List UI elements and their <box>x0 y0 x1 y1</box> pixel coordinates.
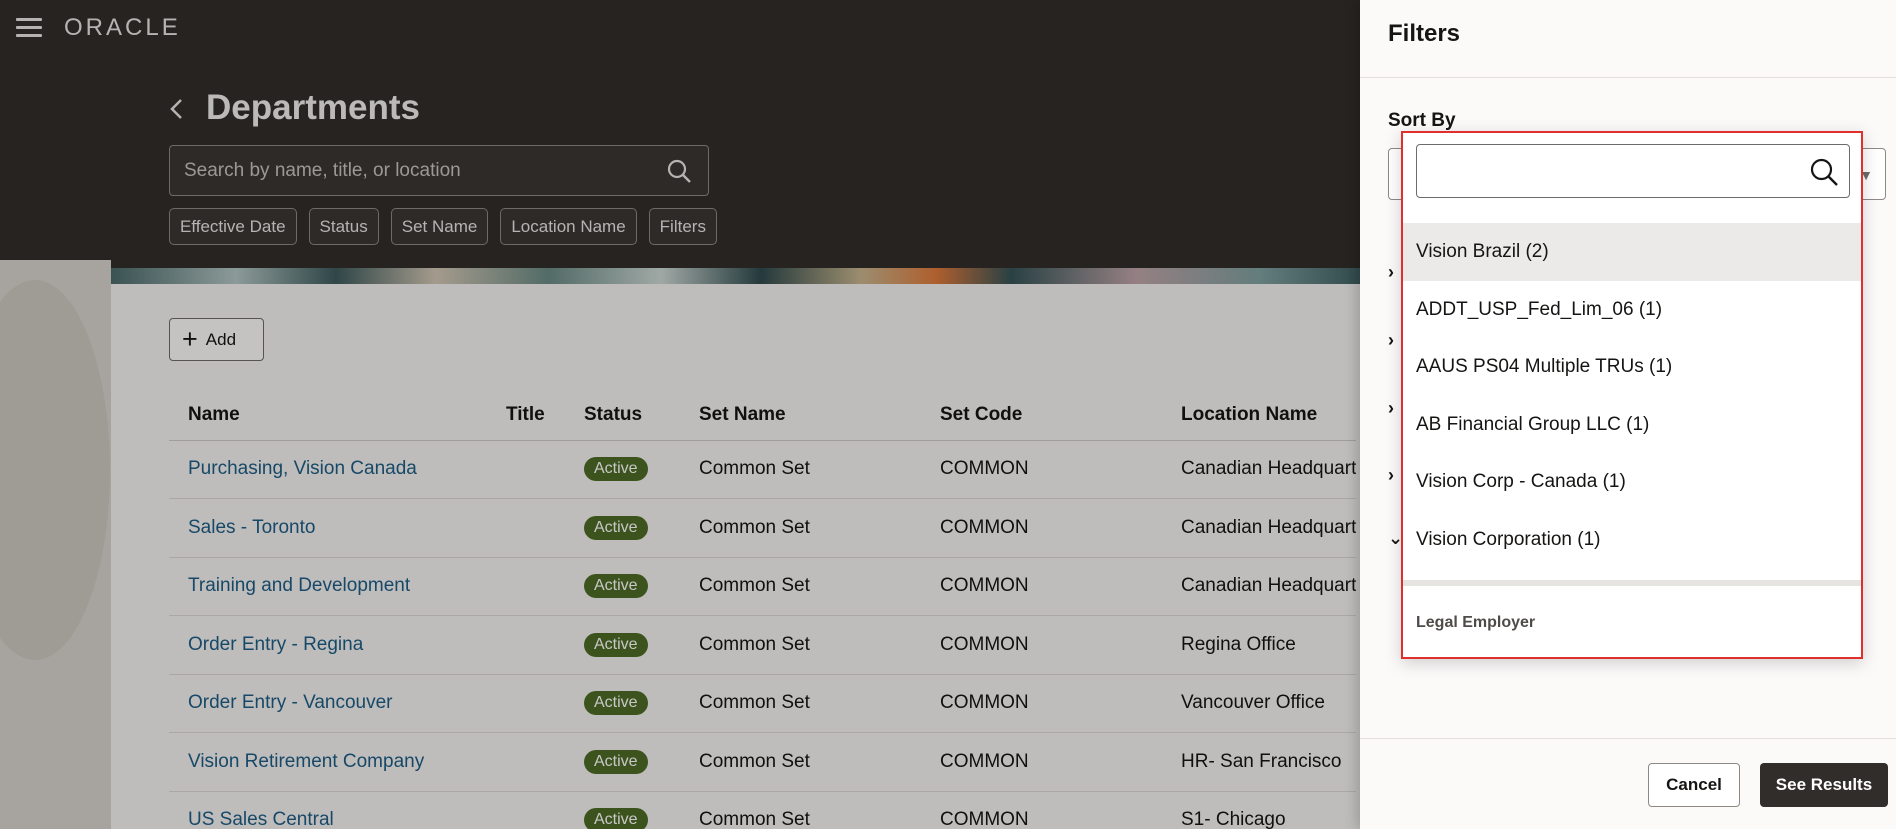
status-badge: Active <box>584 691 648 716</box>
dropdown-option[interactable]: ADDT_USP_Fed_Lim_06 (1) <box>1403 281 1861 339</box>
dropdown-options: Vision Brazil (2) ADDT_USP_Fed_Lim_06 (1… <box>1403 223 1861 568</box>
department-title <box>487 732 565 792</box>
set-code-cell: COMMON <box>921 498 1162 558</box>
page-title: Departments <box>206 88 420 127</box>
table-row[interactable]: Sales - Toronto Active Common Set COMMON… <box>169 498 1357 558</box>
back-chevron-icon[interactable] <box>166 96 188 122</box>
department-name-link[interactable]: Sales - Toronto <box>188 517 315 538</box>
chip-status[interactable]: Status <box>308 208 379 245</box>
department-title <box>487 557 565 616</box>
table-row[interactable]: Order Entry - Regina Active Common Set C… <box>169 615 1357 675</box>
set-name-cell: Common Set <box>680 791 921 829</box>
set-code-cell: COMMON <box>921 440 1162 499</box>
department-title <box>487 674 565 733</box>
set-name-cell: Common Set <box>680 674 921 733</box>
column-header-name[interactable]: Name <box>169 390 487 441</box>
divider <box>1403 580 1861 586</box>
divider <box>1360 738 1896 739</box>
decorative-background <box>0 260 111 829</box>
see-results-button[interactable]: See Results <box>1760 763 1888 807</box>
department-search-input[interactable] <box>170 146 650 195</box>
department-title <box>487 498 565 558</box>
chip-effective-date[interactable]: Effective Date <box>169 208 297 245</box>
main-content: + Add Name Title Status Set Name Set Cod… <box>111 284 1361 829</box>
dropdown-option[interactable]: Vision Brazil (2) <box>1403 223 1861 281</box>
set-name-cell: Common Set <box>680 557 921 616</box>
dropdown-option[interactable]: AB Financial Group LLC (1) <box>1403 396 1861 454</box>
dropdown-search <box>1416 144 1850 198</box>
chip-location-name[interactable]: Location Name <box>500 208 637 245</box>
set-code-cell: COMMON <box>921 615 1162 675</box>
status-badge: Active <box>584 457 648 482</box>
dropdown-option[interactable]: Vision Corp - Canada (1) <box>1403 453 1861 511</box>
status-badge: Active <box>584 574 648 599</box>
add-button[interactable]: + Add <box>169 318 264 361</box>
status-badge: Active <box>584 749 648 774</box>
plus-icon: + <box>182 324 198 354</box>
location-cell: S1- Chicago <box>1162 791 1357 829</box>
table-header-row: Name Title Status Set Name Set Code Loca… <box>169 390 1357 441</box>
divider <box>1360 77 1896 78</box>
table-row[interactable]: Training and Development Active Common S… <box>169 557 1357 616</box>
column-header-set-name[interactable]: Set Name <box>680 390 921 441</box>
add-button-label: Add <box>205 329 237 349</box>
department-name-link[interactable]: Order Entry - Regina <box>188 634 363 655</box>
status-badge: Active <box>584 808 648 829</box>
location-cell: Vancouver Office <box>1162 674 1357 733</box>
departments-table: Name Title Status Set Name Set Code Loca… <box>169 390 1357 829</box>
column-header-location-name[interactable]: Location Name <box>1162 390 1357 441</box>
department-name-link[interactable]: Vision Retirement Company <box>188 751 424 772</box>
dropdown-option[interactable]: AAUS PS04 Multiple TRUs (1) <box>1403 338 1861 396</box>
set-code-cell: COMMON <box>921 791 1162 829</box>
department-search <box>169 145 709 196</box>
column-header-set-code[interactable]: Set Code <box>921 390 1162 441</box>
department-title <box>487 615 565 675</box>
set-name-cell: Common Set <box>680 615 921 675</box>
dropdown-search-input[interactable] <box>1417 145 1797 197</box>
status-badge: Active <box>584 515 648 540</box>
set-code-cell: COMMON <box>921 732 1162 792</box>
table-row[interactable]: Purchasing, Vision Canada Active Common … <box>169 440 1357 499</box>
oracle-logo: ORACLE <box>64 14 181 41</box>
set-code-cell: COMMON <box>921 557 1162 616</box>
legal-employer-dropdown: Vision Brazil (2) ADDT_USP_Fed_Lim_06 (1… <box>1401 131 1863 659</box>
cancel-button[interactable]: Cancel <box>1648 763 1740 807</box>
department-name-link[interactable]: US Sales Central <box>188 809 334 829</box>
sort-by-label: Sort By <box>1388 110 1456 131</box>
legal-employer-label: Legal Employer <box>1416 614 1536 631</box>
set-name-cell: Common Set <box>680 440 921 499</box>
column-header-title[interactable]: Title <box>487 390 565 441</box>
department-title <box>487 791 565 829</box>
location-cell: HR- San Francisco <box>1162 732 1357 792</box>
department-name-link[interactable]: Order Entry - Vancouver <box>188 692 393 713</box>
department-name-link[interactable]: Training and Development <box>188 575 410 596</box>
decorative-banner <box>111 268 1361 284</box>
search-icon[interactable] <box>666 158 692 184</box>
table-row[interactable]: Order Entry - Vancouver Active Common Se… <box>169 674 1357 733</box>
column-header-status[interactable]: Status <box>565 390 680 441</box>
filter-chips: Effective Date Status Set Name Location … <box>169 208 717 245</box>
set-name-cell: Common Set <box>680 498 921 558</box>
hamburger-menu-icon[interactable] <box>16 18 42 38</box>
location-cell: Canadian Headquart <box>1162 498 1357 558</box>
status-badge: Active <box>584 632 648 657</box>
table-row[interactable]: US Sales Central Active Common Set COMMO… <box>169 791 1357 829</box>
drawer-title: Filters <box>1388 20 1461 47</box>
location-cell: Canadian Headquart <box>1162 557 1357 616</box>
department-name-link[interactable]: Purchasing, Vision Canada <box>188 458 417 479</box>
table-row[interactable]: Vision Retirement Company Active Common … <box>169 732 1357 792</box>
dropdown-option[interactable]: Vision Corporation (1) <box>1403 511 1861 569</box>
set-name-cell: Common Set <box>680 732 921 792</box>
department-title <box>487 440 565 499</box>
location-cell: Canadian Headquart <box>1162 440 1357 499</box>
chip-filters[interactable]: Filters <box>648 208 717 245</box>
location-cell: Regina Office <box>1162 615 1357 675</box>
set-code-cell: COMMON <box>921 674 1162 733</box>
search-icon[interactable] <box>1809 157 1839 187</box>
chip-set-name[interactable]: Set Name <box>390 208 489 245</box>
